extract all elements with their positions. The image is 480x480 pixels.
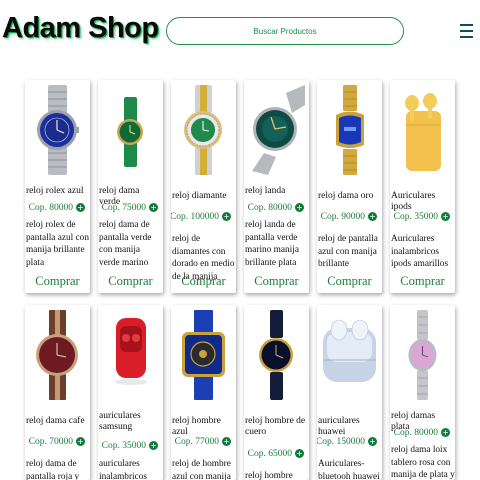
product-card: reloj dama cafe Cop. 70000 + reloj dama … [25, 305, 90, 480]
product-card: reloj dama verde Cop. 75000 + reloj dama… [98, 80, 163, 293]
white-earbuds-image [321, 308, 378, 402]
add-to-cart-icon[interactable]: + [149, 203, 158, 212]
product-name: reloj rolex azul [26, 186, 84, 196]
product-description: Auriculares-bluetooh huawei [318, 459, 380, 480]
product-card: reloj diamante Cop. 100000 + reloj de di… [171, 80, 236, 293]
add-to-cart-icon[interactable]: + [222, 437, 231, 446]
pink-silver-watch-image [394, 308, 451, 402]
add-to-cart-icon[interactable]: + [295, 203, 304, 212]
buy-button[interactable]: Comprar [98, 274, 163, 290]
product-name: auriculares samsung [99, 411, 141, 432]
add-to-cart-icon[interactable]: + [76, 437, 85, 446]
search-input[interactable] [166, 17, 404, 45]
product-card: reloj damas plata Cop. 80000 + reloj dam… [390, 305, 455, 480]
silver-green-watch-image [248, 83, 305, 177]
product-card: Auriculares ipods Cop. 35000 + Auricular… [390, 80, 455, 293]
black-leather-watch-image [248, 308, 305, 402]
add-to-cart-icon[interactable]: + [295, 449, 304, 458]
buy-button[interactable]: Comprar [25, 274, 90, 290]
product-card: reloj landa Cop. 80000 + reloj landa de … [244, 80, 309, 293]
yellow-earbuds-image [394, 83, 451, 177]
buy-button[interactable]: Comprar [244, 274, 309, 290]
green-strap-watch-image [102, 83, 159, 177]
product-card: reloj hombre azul Cop. 77000 + reloj de … [171, 305, 236, 480]
product-price: Cop. 80000 [247, 203, 292, 213]
product-card: auriculares huawei Cop. 150000 + Auricul… [317, 305, 382, 480]
product-description: auriculares inalambricos [99, 459, 148, 480]
buy-button[interactable]: Comprar [171, 274, 236, 290]
add-to-cart-icon[interactable]: + [222, 212, 231, 221]
gold-blue-watch-image [321, 83, 378, 177]
hamburger-menu-icon[interactable] [460, 24, 473, 38]
product-price: Cop. 150000 [317, 437, 365, 447]
red-earbuds-image [102, 308, 159, 402]
product-description: reloj de pantalla azul con manija brilla… [318, 234, 378, 269]
header: Adam Shop [0, 0, 480, 64]
product-description: reloj de hombre azul con manija [172, 459, 231, 480]
product-name: reloj landa [245, 186, 286, 196]
product-card: reloj dama oro Cop. 90000 + reloj de pan… [317, 80, 382, 293]
buy-button[interactable]: Comprar [390, 274, 455, 290]
product-price: Cop. 35000 [101, 441, 146, 451]
buy-button[interactable]: Comprar [317, 274, 382, 290]
product-description: reloj rolex de pantalla azul con manija … [26, 220, 89, 268]
product-price: Cop. 100000 [171, 212, 219, 222]
product-name: reloj dama oro [318, 191, 374, 201]
product-description: reloj dama de pantalla roja y [26, 459, 80, 480]
product-price: Cop. 75000 [101, 203, 146, 213]
add-to-cart-icon[interactable]: + [149, 441, 158, 450]
add-to-cart-icon[interactable]: + [441, 212, 450, 221]
silver-blue-watch-image [29, 83, 86, 177]
product-price: Cop. 35000 [393, 212, 438, 222]
diamond-gold-watch-image [175, 83, 232, 177]
add-to-cart-icon[interactable]: + [368, 437, 377, 446]
logo[interactable]: Adam Shop [2, 12, 159, 45]
add-to-cart-icon[interactable]: + [76, 203, 85, 212]
product-description: reloj dama loix tablero rosa con manija … [391, 445, 455, 480]
product-name: reloj hombre de cuero [245, 416, 306, 437]
product-price: Cop. 80000 [28, 203, 73, 213]
blue-square-watch-image [175, 308, 232, 402]
product-description: reloj landa de pantalla verde marino man… [245, 220, 299, 268]
product-card: reloj rolex azul Cop. 80000 + reloj role… [25, 80, 90, 293]
product-description: reloj hombre grant [245, 471, 293, 480]
product-name: reloj diamante [172, 191, 227, 201]
product-price: Cop. 80000 [393, 428, 438, 438]
product-description: Auriculares inalambricos ipods amarillos [391, 234, 449, 269]
product-price: Cop. 90000 [320, 212, 365, 222]
product-description: reloj dama de pantalla verde con manija … [99, 220, 152, 268]
brown-maroon-watch-image [29, 308, 86, 402]
product-price: Cop. 65000 [247, 449, 292, 459]
add-to-cart-icon[interactable]: + [441, 428, 450, 437]
add-to-cart-icon[interactable]: + [368, 212, 377, 221]
product-card: auriculares samsung Cop. 35000 + auricul… [98, 305, 163, 480]
product-name: reloj dama cafe [26, 416, 85, 426]
product-card: reloj hombre de cuero Cop. 65000 + reloj… [244, 305, 309, 480]
product-price: Cop. 77000 [174, 437, 219, 447]
product-price: Cop. 70000 [28, 437, 73, 447]
